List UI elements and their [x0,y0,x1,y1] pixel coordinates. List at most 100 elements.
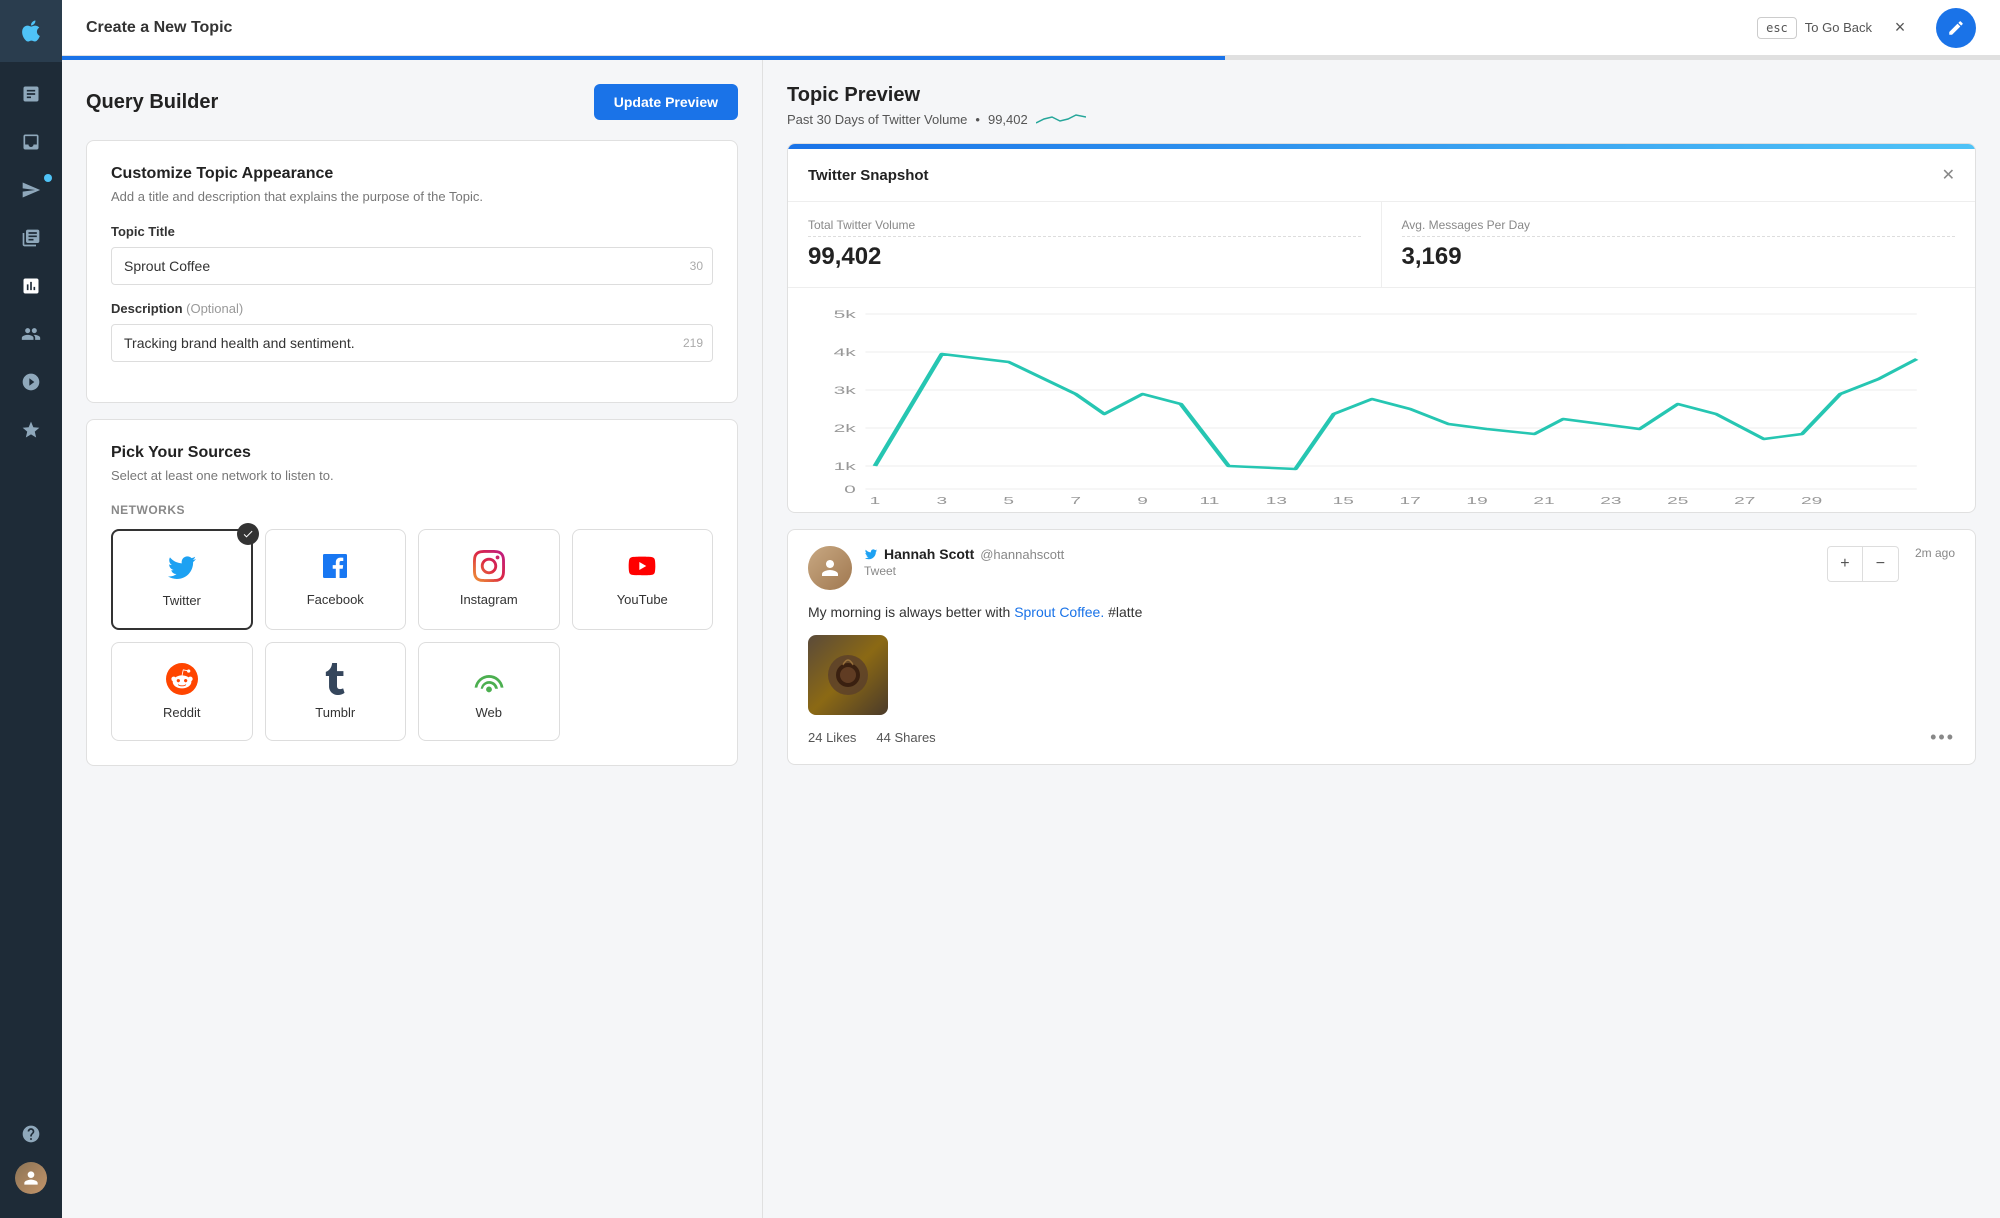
tweet-type: Tweet [864,564,1064,578]
instagram-icon [473,550,505,582]
svg-text:13: 13 [1266,495,1287,504]
tweet-link[interactable]: Sprout Coffee. [1014,604,1104,620]
app-logo[interactable] [0,0,62,62]
right-panel: Topic Preview Past 30 Days of Twitter Vo… [762,60,2000,1218]
svg-text:7: 7 [1070,495,1081,504]
panel-header: Query Builder Update Preview [86,84,738,120]
svg-text:27: 27 [1734,495,1755,504]
network-twitter[interactable]: Twitter [111,529,253,630]
avg-messages-box: Avg. Messages Per Day 3,169 [1382,202,1976,287]
topic-preview-title: Topic Preview [787,84,1976,107]
inbox-icon [21,132,41,152]
svg-text:4k: 4k [834,346,857,358]
sidebar-item-help[interactable] [15,1110,47,1158]
svg-text:1k: 1k [834,460,857,472]
sidebar-bottom [15,1110,47,1218]
networks-row2: Reddit Tumblr Web [111,642,713,741]
network-web[interactable]: Web [418,642,560,741]
svg-text:3: 3 [937,495,948,504]
main-area: Create a New Topic esc To Go Back × Quer… [62,0,2000,1218]
topic-preview-header: Topic Preview Past 30 Days of Twitter Vo… [787,84,1976,127]
tweet-more-button[interactable]: ••• [1930,727,1955,748]
facebook-icon [319,550,351,582]
topic-title-input[interactable] [111,247,713,285]
tweet-avatar [808,546,852,590]
tweet-twitter-icon [864,547,878,561]
tweet-exclude-button[interactable]: − [1863,546,1899,582]
web-icon [473,663,505,695]
sidebar-item-inbox[interactable] [0,118,62,166]
esc-key: esc [1757,17,1797,39]
svg-text:19: 19 [1466,495,1487,504]
svg-text:5k: 5k [834,308,857,320]
tweet-actions: + − [1827,546,1899,582]
topic-title-wrapper: 30 [111,247,713,285]
total-volume-box: Total Twitter Volume 99,402 [788,202,1382,287]
tweet-handle: @hannahscott [980,547,1064,562]
update-preview-button[interactable]: Update Preview [594,84,738,120]
description-count: 219 [683,336,703,350]
tweet-meta: Hannah Scott @hannahscott Tweet [864,546,1064,578]
svg-text:17: 17 [1400,495,1421,504]
description-wrapper: 219 [111,324,713,362]
tweet-left: Hannah Scott @hannahscott Tweet [808,546,1064,590]
network-instagram[interactable]: Instagram [418,529,560,630]
chart-container: 5k 4k 3k 2k 1k 0 1 Dec 3 5 [808,304,1955,504]
topic-preview-subtitle: Past 30 Days of Twitter Volume • 99,402 [787,111,1976,127]
header-right: esc To Go Back × [1757,16,1912,40]
tweet-header: Hannah Scott @hannahscott Tweet + − 2m a… [808,546,1955,590]
sidebar-item-automations[interactable] [0,358,62,406]
network-reddit[interactable]: Reddit [111,642,253,741]
network-facebook[interactable]: Facebook [265,529,407,630]
svg-text:25: 25 [1667,495,1688,504]
snapshot-card: Twitter Snapshot ✕ Total Twitter Volume … [787,143,1976,513]
customize-card: Customize Topic Appearance Add a title a… [86,140,738,403]
youtube-icon [626,550,658,582]
sidebar-item-analytics[interactable] [0,262,62,310]
youtube-label: YouTube [617,592,668,607]
snapshot-stats: Total Twitter Volume 99,402 Avg. Message… [788,202,1975,288]
sources-title: Pick Your Sources [111,444,713,462]
svg-text:21: 21 [1533,495,1554,504]
snapshot-close-button[interactable]: ✕ [1942,165,1955,185]
sidebar-item-features[interactable] [0,406,62,454]
tweet-card: Hannah Scott @hannahscott Tweet + − 2m a… [787,529,1976,765]
svg-text:15: 15 [1333,495,1354,504]
svg-text:5: 5 [1003,495,1014,504]
sidebar-item-reports[interactable] [0,70,62,118]
customize-title: Customize Topic Appearance [111,165,713,183]
tweet-content: My morning is always better with Sprout … [808,602,1955,623]
tweet-include-button[interactable]: + [1827,546,1863,582]
tweet-likes: 24 Likes [808,730,856,745]
network-youtube[interactable]: YouTube [572,529,714,630]
description-input[interactable] [111,324,713,362]
svg-text:2k: 2k [834,422,857,434]
tumblr-icon [319,663,351,695]
publish-icon [21,180,41,200]
snapshot-title: Twitter Snapshot [808,167,929,184]
sidebar-item-publish[interactable] [0,166,62,214]
networks-row1: Twitter Facebook Instagram [111,529,713,630]
user-avatar[interactable] [15,1162,47,1194]
topic-title-label: Topic Title [111,224,713,239]
social-icon [21,324,41,344]
network-tumblr[interactable]: Tumblr [265,642,407,741]
sidebar-item-social[interactable] [0,310,62,358]
sidebar-item-feeds[interactable] [0,214,62,262]
topic-title-count: 30 [690,259,703,273]
check-icon [242,528,254,540]
close-button[interactable]: × [1888,16,1912,40]
tweet-author-avatar-icon [818,556,842,580]
customize-desc: Add a title and description that explain… [111,189,713,204]
twitter-checkmark [237,523,259,545]
tweet-stats: 24 Likes 44 Shares [808,730,936,745]
avg-messages-value: 3,169 [1402,243,1956,271]
reports-icon [21,84,41,104]
sources-desc: Select at least one network to listen to… [111,468,713,483]
tweet-footer: 24 Likes 44 Shares ••• [808,727,1955,748]
total-volume-value: 99,402 [808,243,1361,271]
feeds-icon [21,228,41,248]
sidebar-nav [0,62,62,1110]
line-chart: 5k 4k 3k 2k 1k 0 1 Dec 3 5 [808,304,1955,504]
edit-button[interactable] [1936,8,1976,48]
